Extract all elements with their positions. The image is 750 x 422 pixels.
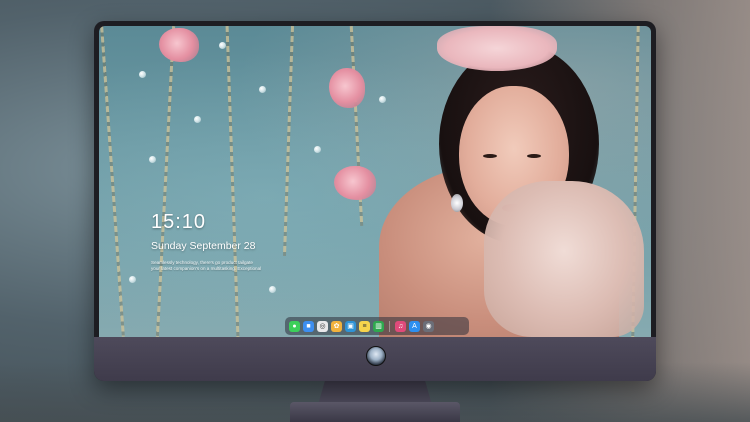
lock-screen[interactable]: 15:10 Sunday September 28 Seamlessly tec…	[99, 26, 651, 337]
flower	[159, 28, 199, 62]
music-icon[interactable]: ♫	[395, 320, 406, 332]
motto-line: your latest companion's on a multitaskin…	[151, 266, 262, 271]
crystal-bead	[194, 116, 201, 123]
lace-glove	[484, 181, 644, 337]
finder-icon[interactable]: ■	[303, 320, 314, 332]
crystal-bead	[139, 71, 146, 78]
app-store-icon[interactable]: A	[409, 320, 420, 332]
flower	[334, 166, 376, 200]
flower	[329, 68, 365, 108]
monitor-chin	[94, 337, 656, 381]
lock-date: Sunday September 28	[151, 240, 256, 252]
crystal-bead	[149, 156, 156, 163]
clapper-icon[interactable]: ▣	[345, 320, 356, 332]
dock: ● ■ ◎ ✿ ▣ ≡ ▥ ♫ A ◉	[285, 317, 469, 335]
numbers-icon[interactable]: ▥	[373, 320, 384, 332]
earring	[451, 194, 463, 212]
lock-motto: Seamlessly technology, there's go produc…	[151, 260, 261, 272]
crystal-bead	[269, 286, 276, 293]
crystal-bead	[129, 276, 136, 283]
crystal-bead	[219, 42, 226, 49]
lock-clock: 15:10	[151, 211, 207, 233]
crystal-bead	[259, 86, 266, 93]
photos-icon[interactable]: ✿	[331, 320, 342, 332]
safari-icon[interactable]: ◎	[317, 320, 328, 332]
hair-bow	[437, 26, 557, 71]
messages-icon[interactable]: ●	[289, 320, 300, 332]
monitor-base	[290, 402, 460, 422]
dock-separator	[389, 320, 390, 332]
crystal-bead	[314, 146, 321, 153]
brand-logo-icon	[366, 346, 386, 366]
camera-icon[interactable]: ◉	[423, 320, 434, 332]
crystal-bead	[379, 96, 386, 103]
wallpaper-eye	[483, 154, 497, 158]
notes-icon[interactable]: ≡	[359, 320, 370, 332]
wallpaper-eye	[527, 154, 541, 158]
monitor: 15:10 Sunday September 28 Seamlessly tec…	[94, 21, 656, 381]
